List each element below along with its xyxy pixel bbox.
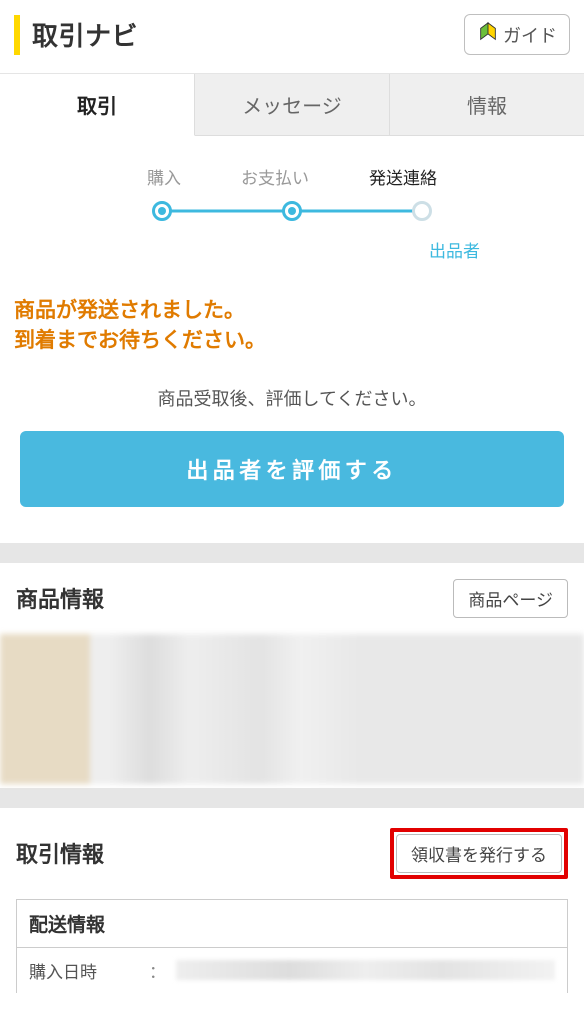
step-dot-1 xyxy=(152,201,172,221)
divider xyxy=(0,788,584,808)
step-label-shipping: 発送連絡 xyxy=(369,164,437,189)
guide-button[interactable]: ガイド xyxy=(464,14,570,55)
shipping-info-box: 配送情報 購入日時 ： xyxy=(16,899,568,993)
transaction-section-title: 取引情報 xyxy=(16,837,104,869)
step-dot-2 xyxy=(282,201,302,221)
step-labels: 購入 お支払い 発送連絡 xyxy=(20,164,564,189)
tab-label: 取引 xyxy=(77,96,117,118)
shipping-row-label: 購入日時 xyxy=(29,958,139,983)
tab-info[interactable]: 情報 xyxy=(390,74,584,135)
issue-receipt-button[interactable]: 領収書を発行する xyxy=(396,834,562,873)
status-line1: 商品が発送されました。 xyxy=(14,299,245,322)
tab-label: 情報 xyxy=(467,96,507,118)
divider xyxy=(0,543,584,563)
shipping-info-title: 配送情報 xyxy=(17,900,567,948)
product-page-button[interactable]: 商品ページ xyxy=(453,579,568,618)
main-action-wrap: 出品者を評価する xyxy=(0,431,584,543)
tab-bar: 取引 メッセージ 情報 xyxy=(0,74,584,136)
step-label-purchase: 購入 xyxy=(147,164,181,189)
page-header: 取引ナビ ガイド xyxy=(0,0,584,74)
issue-receipt-button-label: 領収書を発行する xyxy=(411,846,547,865)
page-title: 取引ナビ xyxy=(32,16,138,53)
product-section-head: 商品情報 商品ページ xyxy=(0,563,584,634)
step-label-payment: お支払い xyxy=(241,164,309,189)
step-dot-3 xyxy=(412,201,432,221)
tab-label: メッセージ xyxy=(242,96,342,118)
transaction-section: 取引情報 領収書を発行する xyxy=(0,808,584,899)
product-content-redacted xyxy=(0,634,584,784)
header-left: 取引ナビ xyxy=(14,15,138,55)
status-block: 商品が発送されました。 到着までお待ちください。 商品受取後、評価してください。 xyxy=(0,272,584,431)
rate-seller-button[interactable]: 出品者を評価する xyxy=(20,431,564,507)
step-sublabel: 出品者 xyxy=(20,237,480,262)
tab-transaction[interactable]: 取引 xyxy=(0,74,195,136)
product-page-button-label: 商品ページ xyxy=(468,591,553,610)
rate-seller-label: 出品者を評価する xyxy=(186,458,397,483)
tab-messages[interactable]: メッセージ xyxy=(195,74,390,135)
shipping-row-value-redacted xyxy=(176,960,555,980)
transaction-section-head: 取引情報 領収書を発行する xyxy=(0,808,584,899)
colon: ： xyxy=(149,958,166,983)
step-bar xyxy=(152,199,432,223)
status-line2: 到着までお待ちください。 xyxy=(14,329,266,352)
beginner-leaf-icon xyxy=(477,21,499,48)
progress-steps: 購入 お支払い 発送連絡 出品者 xyxy=(0,136,584,272)
accent-bar xyxy=(14,15,20,55)
highlight-frame: 領収書を発行する xyxy=(390,828,568,879)
shipping-row-purchase-datetime: 購入日時 ： xyxy=(17,948,567,993)
product-section-title: 商品情報 xyxy=(16,582,104,614)
status-main: 商品が発送されました。 到着までお待ちください。 xyxy=(14,296,570,357)
status-sub: 商品受取後、評価してください。 xyxy=(14,385,570,411)
guide-button-label: ガイド xyxy=(503,22,557,48)
